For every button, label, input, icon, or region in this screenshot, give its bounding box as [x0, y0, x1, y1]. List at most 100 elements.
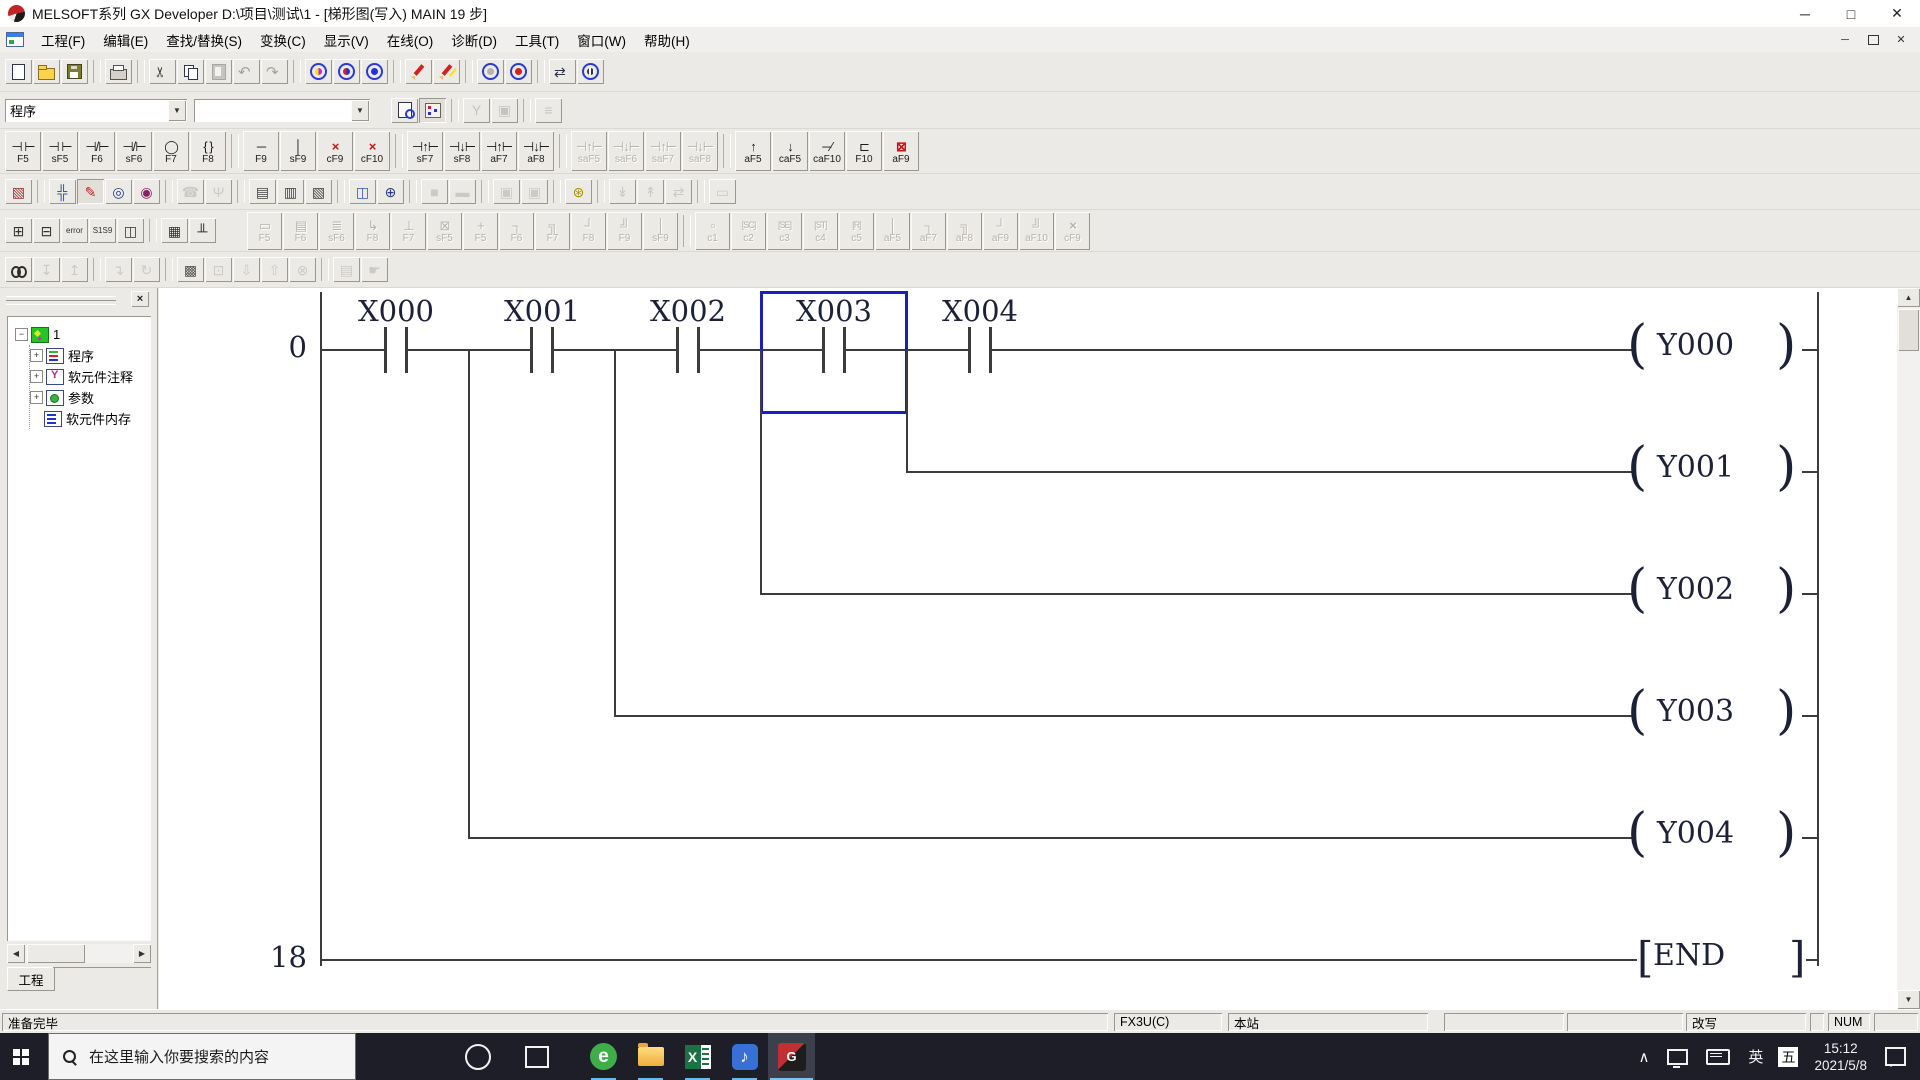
cortana-button[interactable] [465, 1043, 491, 1070]
sfc-grid-button[interactable]: ▦ [161, 218, 188, 243]
menu-item-5[interactable]: 在线(O) [378, 27, 443, 53]
taskbar-clock[interactable]: 15:12 2021/5/8 [1804, 1040, 1877, 1074]
action-center-button[interactable] [1885, 1047, 1906, 1067]
write-edit-button[interactable]: ✎ [77, 179, 104, 204]
vscroll-down-button[interactable]: ▼ [1897, 990, 1920, 1009]
coil-device-label[interactable]: Y004 [1657, 816, 1767, 851]
monitor-mode-button[interactable] [577, 59, 604, 84]
coil-button[interactable]: ◯ F7 [153, 131, 189, 171]
rising-pulse-branch-button[interactable]: ⊣↑⊢ aF7 [481, 131, 517, 171]
tray-display-icon[interactable] [1658, 1033, 1697, 1080]
ladder-monitor-write-button[interactable] [433, 59, 460, 84]
panel-grip-handle[interactable] [6, 296, 116, 305]
tray-keyboard-icon[interactable] [1697, 1033, 1739, 1080]
sfc-step-button[interactable]: ⊞ [5, 218, 32, 243]
delete-vertical-line-button[interactable]: × cF10 [354, 131, 390, 171]
find-button[interactable] [5, 257, 32, 282]
menu-item-7[interactable]: 工具(T) [506, 27, 568, 53]
expand-icon[interactable]: + [30, 349, 43, 362]
coil-device-label[interactable]: Y001 [1657, 450, 1767, 485]
write-search-button[interactable]: ◉ [133, 179, 160, 204]
tree-item-3[interactable]: 软元件内存 [30, 408, 151, 429]
close-branch-button[interactable]: ⊣/⊢ sF6 [116, 131, 152, 171]
block-select-combobox[interactable]: ▼ [194, 98, 370, 122]
task-view-button[interactable] [525, 1045, 549, 1068]
vscroll-thumb[interactable] [1898, 309, 1919, 351]
zoom-monitor-button[interactable]: ⊕ [377, 179, 404, 204]
hscroll-right-button[interactable]: ▶ [133, 944, 151, 963]
falling-pulse-branch-button[interactable]: ⊣↓⊢ aF8 [518, 131, 554, 171]
pulse-down-button[interactable]: ↓ caF5 [772, 131, 808, 171]
sfc-sort-button[interactable]: S1S9 [89, 218, 116, 243]
sfc-split-button[interactable]: ◫ [117, 218, 144, 243]
open-contact-button[interactable]: ⊣ ⊢ F5 [5, 131, 41, 171]
invert-operation-button[interactable]: ─∕ caF10 [809, 131, 845, 171]
find-device-button[interactable] [305, 59, 332, 84]
application-instruction-button[interactable]: { } F8 [190, 131, 226, 171]
start-button[interactable] [0, 1033, 48, 1080]
tree-root-item[interactable]: −1 [15, 324, 151, 345]
taskbar-app-music[interactable]: ♪ [721, 1033, 768, 1080]
find-instruction-button[interactable] [333, 59, 360, 84]
menu-item-9[interactable]: 帮助(H) [635, 27, 699, 53]
read-mode-button[interactable] [477, 59, 504, 84]
vscroll-up-button[interactable]: ▲ [1897, 288, 1920, 307]
minimize-button[interactable]: ─ [1782, 0, 1828, 27]
ladder-pane[interactable]: X000 X001 X002 X003 X004 0(Y000)(Y001)(Y002)(… [159, 288, 1897, 1009]
project-tree-toggle-button[interactable] [419, 97, 446, 123]
combo-dropdown-icon[interactable]: ▼ [351, 99, 369, 121]
horizontal-line-button[interactable]: ─ F9 [243, 131, 279, 171]
transfer-setup-button[interactable] [549, 59, 576, 84]
coil-device-label[interactable]: Y003 [1657, 694, 1767, 729]
expand-icon[interactable]: + [30, 370, 43, 383]
combo-dropdown-icon[interactable]: ▼ [168, 99, 186, 121]
device-test-button[interactable]: ▧ [305, 179, 332, 204]
hscroll-left-button[interactable]: ◀ [7, 944, 25, 963]
maximize-button[interactable]: □ [1828, 0, 1874, 27]
save-project-button[interactable] [61, 59, 88, 84]
tile-windows-button[interactable]: ◫ [349, 179, 376, 204]
child-minimize-button[interactable]: ─ [1832, 30, 1858, 49]
coil-device-label[interactable]: Y002 [1657, 572, 1767, 607]
copy-button[interactable] [177, 59, 204, 84]
delete-line-button[interactable]: ⊠ aF9 [883, 131, 919, 171]
sfc-block-button[interactable]: ⊟ [33, 218, 60, 243]
collapse-icon[interactable]: − [15, 328, 28, 341]
tray-chevron-icon[interactable]: ∧ [1629, 1033, 1658, 1080]
menu-item-1[interactable]: 编辑(E) [94, 27, 157, 53]
dark-grid-button[interactable]: ▩ [177, 257, 204, 282]
menu-item-3[interactable]: 变换(C) [251, 27, 315, 53]
find-string-button[interactable] [361, 59, 388, 84]
child-close-button[interactable]: ✕ [1888, 30, 1914, 49]
sfc-error-jump-button[interactable]: error [61, 218, 88, 243]
close-contact-button[interactable]: ⊣/⊢ F6 [79, 131, 115, 171]
open-branch-button[interactable]: ⊣ ⊢ sF5 [42, 131, 78, 171]
hscroll-thumb[interactable] [27, 944, 85, 963]
cut-button[interactable] [149, 59, 176, 84]
tray-language-button[interactable]: 英 [1739, 1033, 1772, 1080]
read-search-button[interactable]: ◎ [105, 179, 132, 204]
device-batch-button[interactable]: ▤ [249, 179, 276, 204]
taskbar-search-input[interactable]: 在这里输入你要搜索的内容 [48, 1033, 356, 1080]
open-project-button[interactable] [33, 59, 60, 84]
menu-item-0[interactable]: 工程(F) [32, 27, 94, 53]
circuit-search-button[interactable]: ⊛ [565, 179, 592, 204]
menu-item-6[interactable]: 诊断(D) [442, 27, 506, 53]
taskbar-app-explorer[interactable] [627, 1033, 674, 1080]
menu-item-8[interactable]: 窗口(W) [568, 27, 635, 53]
write-mode-button[interactable] [505, 59, 532, 84]
rising-pulse-button[interactable]: ⊣↑⊢ sF7 [407, 131, 443, 171]
project-tab[interactable]: 工程 [7, 967, 55, 991]
menu-item-2[interactable]: 查找/替换(S) [157, 27, 251, 53]
pulse-up-button[interactable]: ↑ aF5 [735, 131, 771, 171]
child-restore-button[interactable] [1860, 30, 1886, 49]
menu-item-4[interactable]: 显示(V) [315, 27, 378, 53]
new-project-button[interactable] [5, 59, 32, 84]
vertical-line-button[interactable]: │ sF9 [280, 131, 316, 171]
ladder-logic-test-button[interactable]: ▧ [5, 179, 32, 204]
falling-pulse-button[interactable]: ⊣↓⊢ sF8 [444, 131, 480, 171]
expand-icon[interactable]: + [30, 391, 43, 404]
print-button[interactable] [105, 59, 132, 84]
delete-horizontal-line-button[interactable]: × cF9 [317, 131, 353, 171]
tray-ime-button[interactable]: 五 [1778, 1046, 1799, 1067]
